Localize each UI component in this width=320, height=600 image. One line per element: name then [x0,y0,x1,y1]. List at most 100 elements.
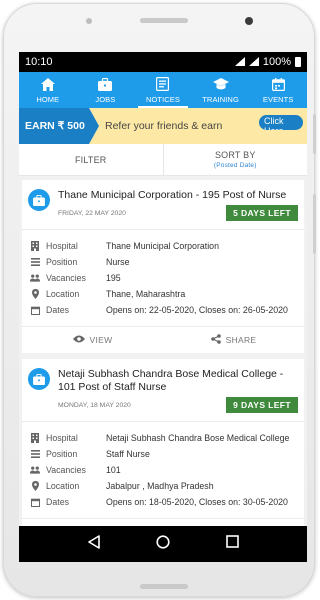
sort-label: SORT BY [214,150,256,160]
tab-events[interactable]: EVENTS [249,72,307,108]
calendar-icon [271,77,285,92]
front-camera [245,17,253,25]
battery-percent: 100% [262,56,291,68]
detail-hospital: Hospital Thane Municipal Corporation [30,238,298,254]
status-time: 10:10 [25,56,53,68]
home-circle-icon[interactable] [156,534,171,554]
back-icon[interactable] [87,534,101,554]
dates-label: Dates [46,497,69,507]
detail-dates: Dates Opens on: 22-05-2020, Closes on: 2… [30,302,298,318]
detail-dates: Dates Opens on: 18-05-2020, Closes on: 3… [30,494,298,510]
job-card[interactable]: Thane Municipal Corporation - 195 Post o… [22,180,304,353]
signal-icon [234,56,245,68]
tab-jobs-label: JOBS [95,94,116,104]
users-icon [30,466,40,474]
users-icon [30,274,40,282]
position-label: Position [46,449,78,459]
tab-jobs[interactable]: JOBS [77,72,135,108]
calendar-icon [30,498,40,507]
hospital-value: Thane Municipal Corporation [106,241,219,251]
position-label: Position [46,257,78,267]
job-title[interactable]: Netaji Subhash Chandra Bose Medical Coll… [58,368,298,394]
detail-location: Location Jabalpur , Madhya Pradesh [30,478,298,494]
tab-home-label: HOME [36,94,60,104]
job-actions: VIEW SHARE [22,327,304,353]
dates-value: Opens on: 18-05-2020, Closes on: 30-05-2… [106,497,288,507]
location-pin-icon [30,481,40,491]
job-card-header: Thane Municipal Corporation - 195 Post o… [22,180,304,230]
proximity-sensor [86,18,92,24]
phone-frame: 10:10 100% HOME JOBS NOTICES TRAINING EV… [3,3,316,597]
tab-notices[interactable]: NOTICES [134,72,192,108]
home-icon [40,77,55,92]
hospital-label: Hospital [46,241,78,251]
job-list[interactable]: Thane Municipal Corporation - 195 Post o… [19,176,307,562]
detail-vacancies: Vacancies 101 [30,462,298,478]
earn-badge: EARN ₹ 500 [19,108,99,144]
detail-position: Position Nurse [30,254,298,270]
location-label: Location [46,289,80,299]
days-left-badge: 5 DAYS LEFT [226,205,298,221]
view-label: VIEW [89,335,113,345]
main-tab-bar: HOME JOBS NOTICES TRAINING EVENTS [19,72,307,108]
job-details: Hospital Netaji Subhash Chandra Bose Med… [22,422,304,519]
sort-button[interactable]: SORT BY (Posted Date) [162,144,308,175]
briefcase-icon [98,77,113,92]
detail-vacancies: Vacancies 195 [30,270,298,286]
position-value: Staff Nurse [106,449,150,459]
hospital-value: Netaji Subhash Chandra Bose Medical Coll… [106,433,290,443]
volume-button[interactable] [313,194,316,254]
refer-banner[interactable]: EARN ₹ 500 Refer your friends & earn Cli… [19,108,307,144]
job-card[interactable]: Netaji Subhash Chandra Bose Medical Coll… [22,359,304,545]
view-button[interactable]: VIEW [22,327,163,353]
status-bar: 10:10 100% [19,52,307,72]
hospital-label: Hospital [46,433,78,443]
job-details: Hospital Thane Municipal Corporation Pos… [22,230,304,327]
filter-label: FILTER [74,154,107,165]
power-button[interactable] [313,114,316,154]
position-value: Nurse [106,257,130,267]
graduation-cap-icon [212,77,229,92]
posted-date: MONDAY, 18 MAY 2020 [58,401,131,409]
tab-training[interactable]: TRAINING [192,72,250,108]
android-nav-bar [19,526,307,562]
eye-icon [72,335,85,345]
job-title[interactable]: Thane Municipal Corporation - 195 Post o… [58,189,298,202]
filter-sort-bar: FILTER SORT BY (Posted Date) [19,144,307,176]
posted-date: FRIDAY, 22 MAY 2020 [58,209,126,217]
recents-icon[interactable] [226,535,239,553]
vacancies-label: Vacancies [46,273,86,283]
job-card-header: Netaji Subhash Chandra Bose Medical Coll… [22,359,304,422]
share-icon [210,334,221,346]
detail-position: Position Staff Nurse [30,446,298,462]
vacancies-value: 195 [106,273,121,283]
location-pin-icon [30,289,40,299]
tab-notices-label: NOTICES [145,94,180,104]
signal-icon-2 [248,56,259,68]
detail-location: Location Thane, Maharashtra [30,286,298,302]
filter-button[interactable]: FILTER [19,144,163,175]
location-label: Location [46,481,80,491]
click-here-button[interactable]: Click Here [259,115,303,130]
briefcase-icon [28,189,50,211]
share-button[interactable]: SHARE [163,327,304,353]
detail-hospital: Hospital Netaji Subhash Chandra Bose Med… [30,430,298,446]
building-icon [30,433,40,443]
app-screen: 10:10 100% HOME JOBS NOTICES TRAINING EV… [19,52,307,562]
vacancies-label: Vacancies [46,465,86,475]
bottom-speaker [140,584,188,589]
battery-icon [295,57,301,67]
tab-events-label: EVENTS [262,94,294,104]
building-icon [30,241,40,251]
briefcase-icon [28,368,50,390]
days-left-badge: 9 DAYS LEFT [226,397,298,413]
location-value: Jabalpur , Madhya Pradesh [106,481,214,491]
tab-home[interactable]: HOME [19,72,77,108]
dates-label: Dates [46,305,69,315]
location-value: Thane, Maharashtra [106,289,186,299]
list-icon [30,450,40,458]
vacancies-value: 101 [106,465,121,475]
list-icon [30,258,40,266]
tab-training-label: TRAINING [202,94,239,104]
sort-sub-label: (Posted Date) [213,162,257,169]
